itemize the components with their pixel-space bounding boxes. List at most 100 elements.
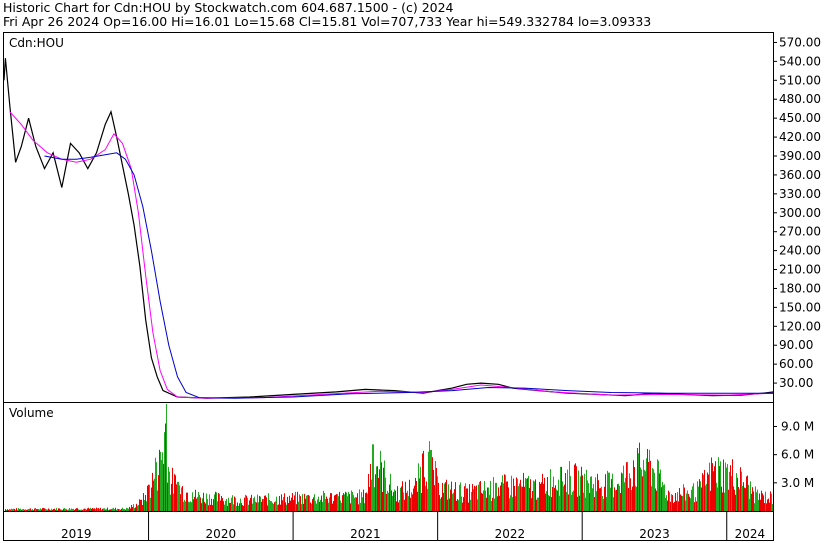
volume-bar xyxy=(331,493,332,511)
volume-bar xyxy=(241,503,242,511)
volume-bar xyxy=(682,496,683,511)
volume-bar xyxy=(710,490,711,511)
volume-panel-title: Volume xyxy=(9,406,54,420)
volume-bar xyxy=(186,492,187,511)
volume-bar xyxy=(80,509,81,511)
volume-bar xyxy=(7,509,8,511)
volume-bar xyxy=(205,503,206,511)
volume-bar xyxy=(15,509,16,511)
volume-bar xyxy=(585,497,586,511)
volume-bar xyxy=(679,488,680,511)
volume-bar xyxy=(664,484,665,511)
volume-bar xyxy=(734,489,735,511)
volume-bar xyxy=(490,480,491,511)
volume-bar xyxy=(325,498,326,511)
volume-bar xyxy=(397,486,398,511)
volume-bar xyxy=(33,510,34,511)
stock-chart: Cdn:HOU Volume 570.00 540.00 510.00 480.00 4… xyxy=(3,32,821,541)
volume-bar xyxy=(714,466,715,511)
volume-bars xyxy=(5,403,773,511)
volume-bar xyxy=(248,504,249,511)
volume-bar xyxy=(316,503,317,511)
volume-bar xyxy=(677,492,678,511)
volume-bar xyxy=(220,500,221,511)
volume-bar xyxy=(543,483,544,511)
volume-bar xyxy=(453,492,454,511)
volume-bar xyxy=(29,508,30,511)
volume-bar xyxy=(55,509,56,511)
volume-bar xyxy=(412,494,413,511)
volume-bar xyxy=(692,486,693,511)
volume-bar xyxy=(307,495,308,511)
volume-bar xyxy=(258,502,259,511)
volume-bar xyxy=(362,497,363,511)
volume-bar xyxy=(87,508,88,511)
volume-bar xyxy=(77,508,78,511)
volume-bar xyxy=(514,485,515,511)
volume-bar xyxy=(708,474,709,511)
volume-bar xyxy=(337,494,338,511)
volume-bar xyxy=(581,466,582,511)
volume-bar xyxy=(550,469,551,511)
volume-bar xyxy=(615,490,616,511)
volume-bar xyxy=(165,423,166,511)
volume-bar xyxy=(716,482,717,511)
volume-bar xyxy=(601,486,602,511)
volume-bar xyxy=(751,493,752,511)
volume-bar xyxy=(505,475,506,511)
volume-bar xyxy=(564,484,565,511)
volume-bar xyxy=(738,487,739,511)
volume-bar xyxy=(537,497,538,511)
volume-bar xyxy=(107,507,108,511)
volume-bar xyxy=(639,442,640,511)
volume-bar xyxy=(435,461,436,511)
volume-bar xyxy=(358,504,359,511)
volume-bar xyxy=(465,483,466,511)
volume-bar xyxy=(637,448,638,511)
volume-bar xyxy=(19,509,20,511)
volume-bar xyxy=(353,495,354,511)
volume-bar xyxy=(149,484,150,511)
volume-bar xyxy=(370,463,371,511)
volume-bar xyxy=(150,497,151,511)
volume-bar xyxy=(263,499,264,511)
volume-bar xyxy=(683,484,684,511)
volume-bar xyxy=(470,499,471,511)
volume-bar xyxy=(226,498,227,511)
volume-bar xyxy=(293,500,294,511)
volume-bar xyxy=(672,495,673,511)
volume-bar xyxy=(271,501,272,511)
volume-bar xyxy=(713,471,714,511)
volume-bar xyxy=(110,509,111,511)
volume-bar xyxy=(233,504,234,511)
price-lines xyxy=(3,58,774,399)
price-tick-label: 510.00 xyxy=(779,73,821,87)
volume-bar xyxy=(529,487,530,511)
volume-bar xyxy=(336,494,337,511)
volume-bar xyxy=(11,508,12,511)
volume-bar xyxy=(198,492,199,511)
volume-bar xyxy=(735,494,736,511)
volume-bar xyxy=(763,495,764,511)
volume-bar xyxy=(17,509,18,511)
volume-bar xyxy=(45,508,46,511)
volume-bar xyxy=(224,504,225,511)
volume-bar xyxy=(327,498,328,511)
volume-bar xyxy=(704,469,705,511)
volume-bar xyxy=(115,507,116,511)
volume-bar xyxy=(47,509,48,511)
volume-bar xyxy=(157,490,158,511)
volume-bar xyxy=(308,495,309,511)
volume-bar xyxy=(386,493,387,511)
volume-bar xyxy=(612,473,613,511)
volume-bar xyxy=(93,508,94,511)
volume-bar xyxy=(611,479,612,511)
volume-bar xyxy=(306,495,307,511)
volume-bar xyxy=(546,491,547,511)
volume-bar xyxy=(266,497,267,511)
volume-bar xyxy=(685,500,686,511)
volume-bar xyxy=(14,508,15,511)
volume-bar xyxy=(124,509,125,511)
volume-bar xyxy=(520,479,521,511)
volume-bar xyxy=(724,492,725,511)
